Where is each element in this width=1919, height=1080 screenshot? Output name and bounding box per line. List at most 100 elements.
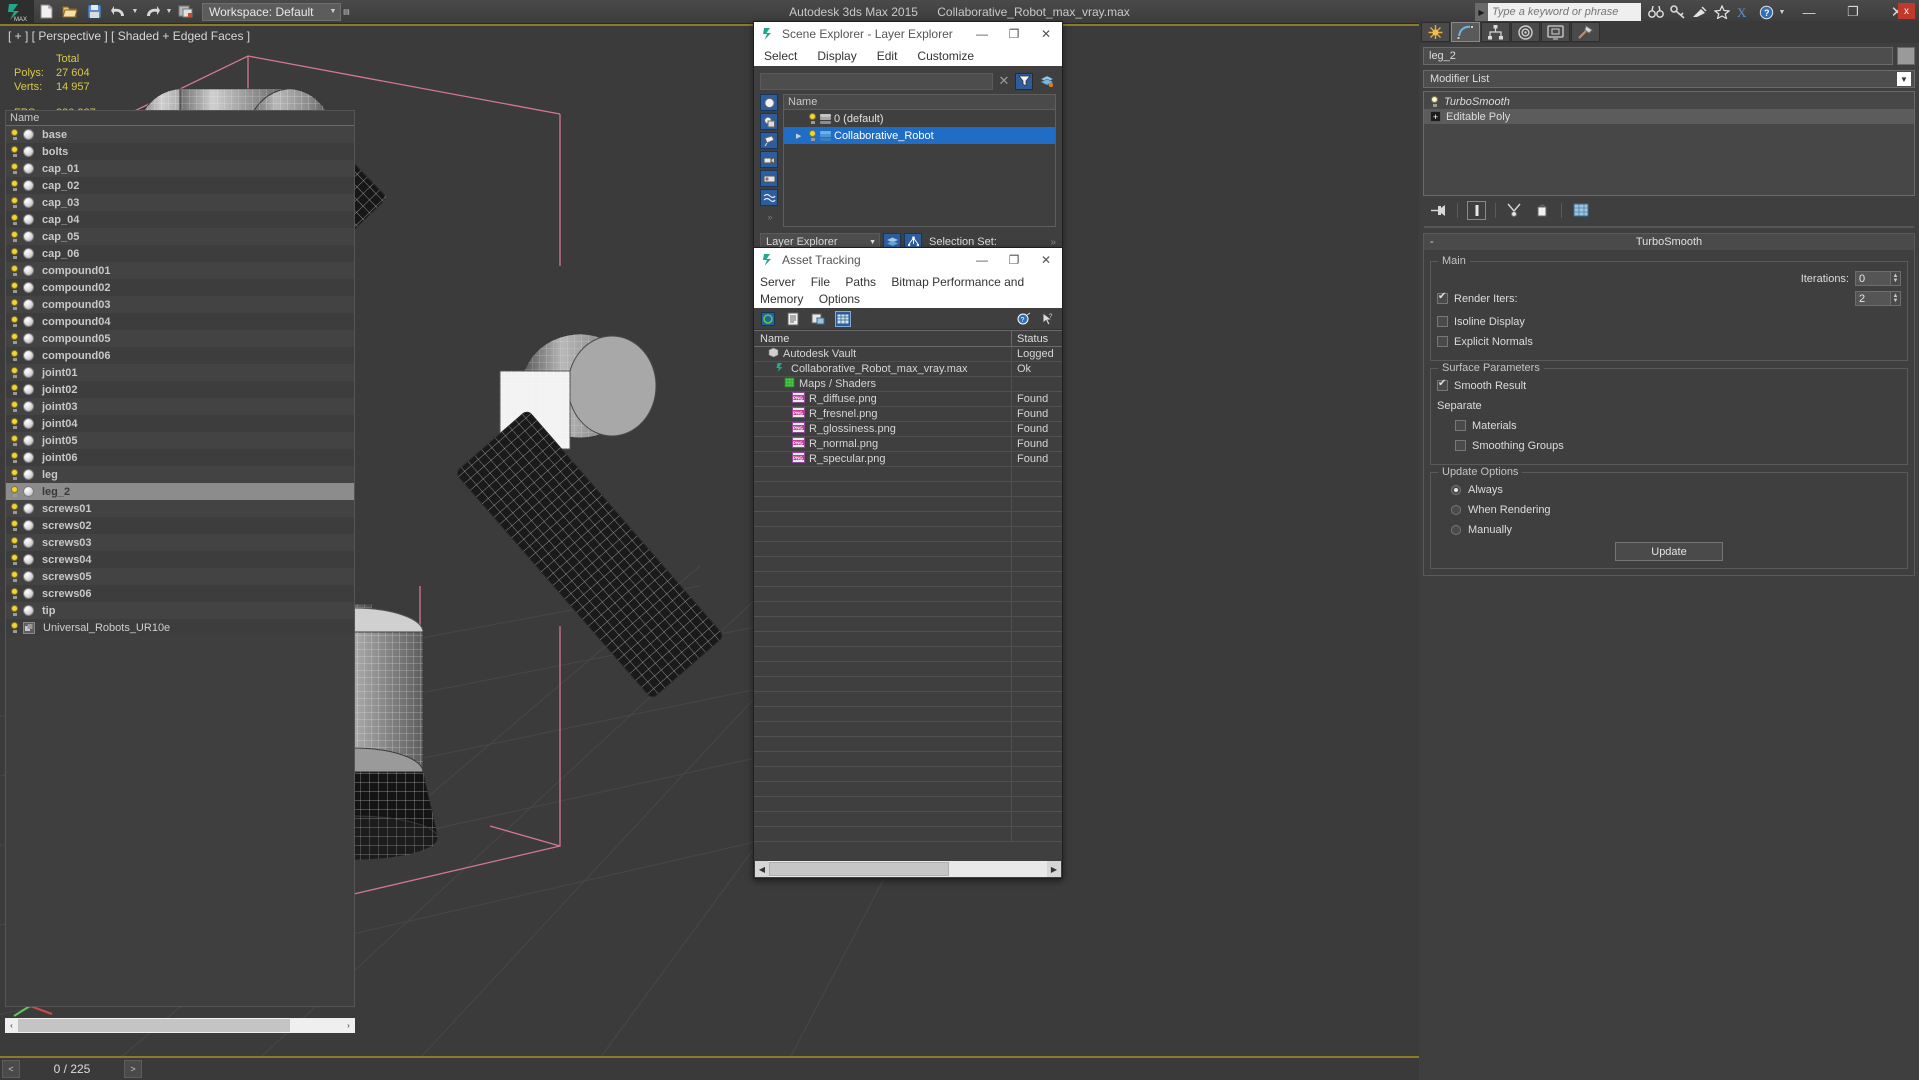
light-bulb-icon[interactable] bbox=[10, 180, 19, 191]
scene-object-row[interactable]: cap_01 bbox=[6, 160, 354, 177]
light-bulb-icon[interactable] bbox=[10, 350, 19, 361]
light-bulb-icon[interactable] bbox=[10, 588, 19, 599]
scene-object-row[interactable]: leg bbox=[6, 466, 354, 483]
light-bulb-icon[interactable] bbox=[808, 113, 817, 124]
modify-tab[interactable] bbox=[1451, 22, 1480, 42]
explicit-normals-checkbox[interactable] bbox=[1437, 336, 1448, 347]
update-manually-row[interactable]: Manually bbox=[1437, 521, 1901, 538]
smoothing-groups-checkbox[interactable] bbox=[1455, 440, 1466, 451]
asset-row-empty[interactable] bbox=[754, 797, 1062, 812]
asset-row-empty[interactable] bbox=[754, 662, 1062, 677]
explorer-mode-caret-icon[interactable]: ▼ bbox=[869, 239, 876, 246]
light-bulb-icon[interactable] bbox=[10, 435, 19, 446]
scene-object-row[interactable]: tip bbox=[6, 602, 354, 619]
scene-object-row[interactable]: compound02 bbox=[6, 279, 354, 296]
scene-object-row[interactable]: bolts bbox=[6, 143, 354, 160]
scene-explorer-maximize[interactable]: ❐ bbox=[998, 22, 1030, 46]
turbosmooth-rollout-header[interactable]: - TurboSmooth bbox=[1424, 234, 1914, 250]
filter-funnel-icon[interactable] bbox=[1015, 72, 1033, 90]
lightbulb-icon[interactable] bbox=[1430, 96, 1439, 107]
filter-lights-icon[interactable] bbox=[760, 132, 778, 149]
asset-row[interactable]: Autodesk Vault Logged bbox=[754, 347, 1062, 362]
light-bulb-icon[interactable] bbox=[10, 418, 19, 429]
scene-object-row[interactable]: compound03 bbox=[6, 296, 354, 313]
scene-object-row[interactable]: joint02 bbox=[6, 381, 354, 398]
render-iters-spinner[interactable]: 2 ▲ ▼ bbox=[1855, 291, 1901, 306]
remove-modifier-icon[interactable] bbox=[1533, 201, 1552, 220]
asset-row-empty[interactable] bbox=[754, 812, 1062, 827]
undo-dropdown-caret-icon[interactable]: ▼ bbox=[130, 8, 140, 15]
update-button[interactable]: Update bbox=[1615, 542, 1723, 561]
layer-row-default[interactable]: 0 (default) bbox=[784, 110, 1055, 127]
refresh-icon[interactable] bbox=[760, 311, 776, 327]
asset-row-empty[interactable] bbox=[754, 677, 1062, 692]
scene-object-row[interactable]: compound06 bbox=[6, 347, 354, 364]
scroll-left-icon[interactable]: ◀ bbox=[755, 861, 769, 877]
light-bulb-icon[interactable] bbox=[10, 401, 19, 412]
light-bulb-icon[interactable] bbox=[10, 248, 19, 259]
select-from-scene-horizontal-scrollbar[interactable]: ‹ › bbox=[5, 1018, 355, 1033]
scene-explorer-column-name[interactable]: Name bbox=[784, 95, 1055, 110]
filter-geometry-icon[interactable] bbox=[760, 94, 778, 111]
3dsmax-logo-icon[interactable]: MAX bbox=[0, 0, 34, 24]
plus-box-icon[interactable]: + bbox=[1430, 111, 1441, 122]
scene-object-row[interactable]: cap_02 bbox=[6, 177, 354, 194]
iterations-value[interactable]: 0 bbox=[1855, 271, 1891, 286]
materials-row[interactable]: Materials bbox=[1437, 417, 1901, 434]
light-bulb-icon[interactable] bbox=[10, 282, 19, 293]
asset-tracking-close[interactable]: ✕ bbox=[1030, 248, 1062, 272]
asset-row[interactable]: PNG R_fresnel.png Found bbox=[754, 407, 1062, 422]
modifier-stack[interactable]: TurboSmooth + Editable Poly bbox=[1423, 91, 1915, 196]
asset-row-empty[interactable] bbox=[754, 617, 1062, 632]
scene-object-row[interactable]: cap_03 bbox=[6, 194, 354, 211]
materials-checkbox[interactable] bbox=[1455, 420, 1466, 431]
scene-object-row[interactable]: compound01 bbox=[6, 262, 354, 279]
asset-row-empty[interactable] bbox=[754, 557, 1062, 572]
asset-row-empty[interactable] bbox=[754, 512, 1062, 527]
workspace-caret-icon[interactable]: ▼ bbox=[330, 8, 337, 15]
light-bulb-icon[interactable] bbox=[10, 469, 19, 480]
modifier-list-dropdown[interactable]: Modifier List ▼ bbox=[1423, 70, 1915, 88]
asset-row[interactable]: PNG R_glossiness.png Found bbox=[754, 422, 1062, 437]
scene-explorer-close[interactable]: ✕ bbox=[1030, 22, 1062, 46]
object-color-swatch[interactable] bbox=[1897, 47, 1915, 65]
scene-object-row[interactable]: compound05 bbox=[6, 330, 354, 347]
filter-more-icon[interactable]: » bbox=[760, 212, 780, 222]
light-bulb-icon[interactable] bbox=[10, 146, 19, 157]
se-menu-customize[interactable]: Customize bbox=[917, 49, 974, 63]
light-bulb-icon[interactable] bbox=[10, 265, 19, 276]
scene-object-row[interactable]: screws04 bbox=[6, 551, 354, 568]
asset-row-empty[interactable] bbox=[754, 827, 1062, 842]
display-tab[interactable] bbox=[1541, 22, 1570, 42]
asset-row[interactable]: Collaborative_Robot_max_vray.max Ok bbox=[754, 362, 1062, 377]
asset-col-status[interactable]: Status bbox=[1012, 331, 1062, 346]
isoline-display-row[interactable]: Isoline Display bbox=[1437, 313, 1901, 330]
se-menu-edit[interactable]: Edit bbox=[877, 49, 898, 63]
scene-object-row[interactable]: screws03 bbox=[6, 534, 354, 551]
scene-explorer-window[interactable]: Scene Explorer - Layer Explorer — ❐ ✕ Se… bbox=[753, 21, 1063, 253]
expander-icon[interactable]: ▶ bbox=[796, 132, 805, 140]
light-bulb-icon[interactable] bbox=[10, 316, 19, 327]
render-iters-arrows-icon[interactable]: ▲ ▼ bbox=[1891, 291, 1901, 306]
light-bulb-icon[interactable] bbox=[10, 367, 19, 378]
sfs-column-name[interactable]: Name bbox=[6, 111, 354, 126]
asset-row-empty[interactable] bbox=[754, 467, 1062, 482]
isoline-display-checkbox[interactable] bbox=[1437, 316, 1448, 327]
asset-row-empty[interactable] bbox=[754, 722, 1062, 737]
at-menu-file[interactable]: File bbox=[811, 275, 830, 289]
light-bulb-icon[interactable] bbox=[10, 605, 19, 616]
select-from-scene-close-button[interactable]: x bbox=[1898, 3, 1915, 19]
asset-row-empty[interactable] bbox=[754, 632, 1062, 647]
scroll-left-icon[interactable]: ‹ bbox=[5, 1018, 18, 1033]
asset-row-empty[interactable] bbox=[754, 707, 1062, 722]
asset-row-empty[interactable] bbox=[754, 752, 1062, 767]
help-globe-icon[interactable]: ? bbox=[1016, 311, 1032, 327]
asset-row-empty[interactable] bbox=[754, 737, 1062, 752]
scene-object-row[interactable]: joint04 bbox=[6, 415, 354, 432]
scroll-right-icon[interactable]: › bbox=[342, 1018, 355, 1033]
toolbar-overflow-icon[interactable]: ▤ bbox=[341, 8, 351, 16]
scene-object-row[interactable]: base bbox=[6, 126, 354, 143]
asset-row-empty[interactable] bbox=[754, 527, 1062, 542]
smooth-result-row[interactable]: Smooth Result bbox=[1437, 377, 1901, 394]
light-bulb-icon[interactable] bbox=[10, 503, 19, 514]
